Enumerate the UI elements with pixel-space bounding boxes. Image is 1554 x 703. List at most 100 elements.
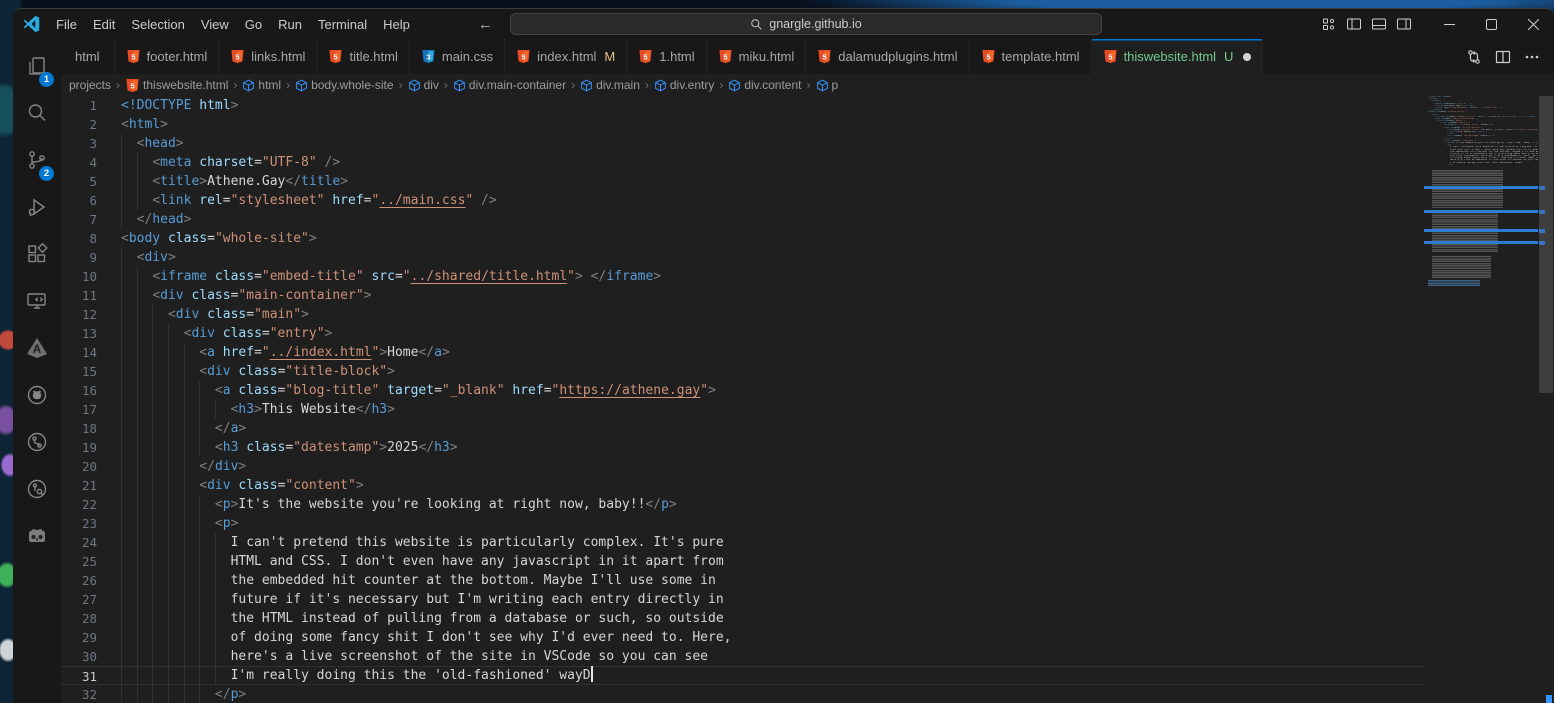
line-number: 3 (61, 134, 97, 153)
tab-1-html[interactable]: 51.html (627, 39, 706, 74)
toggle-sidebar-icon[interactable] (1346, 16, 1362, 32)
tab-index-html[interactable]: 5index.htmlM (505, 39, 627, 74)
breadcrumb-item-body-whole-site[interactable]: body.whole-site (294, 78, 395, 92)
breadcrumb-label: div.main (596, 78, 640, 92)
tab-template-html[interactable]: 5template.html (970, 39, 1092, 74)
open-changes-icon[interactable] (1466, 49, 1482, 65)
activity-bar: 1 2 A (13, 39, 61, 703)
tab-footer-html[interactable]: 5footer.html (115, 39, 220, 74)
menu-go[interactable]: Go (237, 14, 270, 35)
breadcrumb-item-p[interactable]: p (815, 78, 840, 92)
activitybar-item-search[interactable] (13, 92, 61, 139)
minimap-highlight-marker (1424, 229, 1538, 232)
more-actions-icon[interactable] (1524, 49, 1540, 65)
code-line-32: 32 </p> (61, 685, 1424, 703)
command-center-search[interactable]: gnargle.github.io (510, 13, 1102, 35)
breadcrumb-separator: › (286, 78, 290, 92)
menu-edit[interactable]: Edit (85, 14, 123, 35)
minimize-button[interactable] (1428, 9, 1470, 39)
tab-label: dalamudplugins.html (838, 49, 957, 64)
split-editor-icon[interactable] (1495, 49, 1511, 65)
badge: 2 (39, 166, 54, 181)
git-status-U: U (1224, 49, 1233, 64)
minimap[interactable]: <!DOCTYPE html><html> <head> <meta chars… (1424, 96, 1538, 703)
breadcrumb-item-div-content[interactable]: div.content (727, 78, 802, 92)
breadcrumb-item-projects[interactable]: projects (68, 78, 112, 92)
close-button[interactable] (1512, 9, 1554, 39)
maximize-button[interactable] (1470, 9, 1512, 39)
svg-text:A: A (33, 342, 42, 356)
gitlens-icon (25, 477, 49, 506)
toggle-secondary-sidebar-icon[interactable] (1396, 16, 1412, 32)
line-number: 32 (61, 685, 97, 703)
activitybar-item-gitlens[interactable] (13, 468, 61, 515)
badge: 1 (39, 72, 54, 87)
line-number: 8 (61, 229, 97, 248)
editor[interactable]: 1<!DOCTYPE html>2<html>3 <head>4 <meta c… (61, 96, 1554, 703)
svg-text:5: 5 (644, 52, 648, 61)
breadcrumb-item-div-main-container[interactable]: div.main-container (452, 78, 567, 92)
line-number: 1 (61, 96, 97, 115)
line-number: 15 (61, 362, 97, 381)
activitybar-item-run-debug[interactable] (13, 186, 61, 233)
code-line-9: 9 <div> (61, 248, 1424, 267)
overview-ruler-mark (1539, 229, 1545, 233)
search-icon (750, 18, 763, 31)
code-line-31: 31 I'm really doing this the 'old-fashio… (61, 666, 1424, 685)
git-status-M: M (604, 49, 615, 64)
tab-thiswebsite-html[interactable]: 5thiswebsite.htmlU (1092, 39, 1264, 74)
line-number: 24 (61, 533, 97, 552)
breadcrumb-separator: › (807, 78, 811, 92)
menu-terminal[interactable]: Terminal (310, 14, 375, 35)
line-number: 19 (61, 438, 97, 457)
search-icon (25, 101, 49, 130)
code-line-7: 7 </head> (61, 210, 1424, 229)
godot-tools-icon (25, 524, 49, 553)
tab-html[interactable]: html (61, 39, 115, 74)
activitybar-item-source-control[interactable]: 2 (13, 139, 61, 186)
line-number: 18 (61, 419, 97, 438)
menu-selection[interactable]: Selection (123, 14, 192, 35)
breadcrumb-item-div[interactable]: div (407, 78, 440, 92)
menu-help[interactable]: Help (375, 14, 418, 35)
code-line-23: 23 <p> (61, 514, 1424, 533)
breadcrumb-label: div.content (744, 78, 801, 92)
tab-title-html[interactable]: 5title.html (317, 39, 409, 74)
activitybar-item-github[interactable] (13, 374, 61, 421)
minimap-highlight-marker (1424, 186, 1538, 189)
tab-label: miku.html (739, 49, 795, 64)
tab-main-css[interactable]: 3main.css (410, 39, 505, 74)
line-number: 27 (61, 590, 97, 609)
activitybar-item-extensions[interactable] (13, 233, 61, 280)
menu-view[interactable]: View (193, 14, 237, 35)
breadcrumb-item-div-main[interactable]: div.main (579, 78, 641, 92)
menu-file[interactable]: File (48, 14, 85, 35)
activitybar-item-remote-explorer[interactable] (13, 280, 61, 327)
breadcrumb-item-thiswebsite-html[interactable]: 5thiswebsite.html (124, 78, 229, 93)
code-line-26: 26 the embedded hit counter at the botto… (61, 571, 1424, 590)
tab-label: main.css (442, 49, 493, 64)
customize-layout-icon[interactable] (1321, 16, 1337, 32)
code-line-14: 14 <a href="../index.html">Home</a> (61, 343, 1424, 362)
activitybar-item-godot-tools[interactable] (13, 515, 61, 562)
tab-dalamudplugins-html[interactable]: 5 dalamudplugins.html (806, 39, 969, 74)
cube-icon (453, 79, 466, 92)
tab-links-html[interactable]: 5links.html (219, 39, 317, 74)
dirty-indicator[interactable] (1243, 53, 1251, 61)
svg-text:5: 5 (823, 52, 827, 61)
activitybar-item-explorer[interactable]: 1 (13, 45, 61, 92)
breadcrumb-item-html[interactable]: html (241, 78, 282, 92)
menu-run[interactable]: Run (270, 14, 310, 35)
breadcrumb-item-div-entry[interactable]: div.entry (653, 78, 715, 92)
code-line-30: 30 here's a live screenshot of the site … (61, 647, 1424, 666)
activitybar-item-git-graph[interactable] (13, 421, 61, 468)
nav-back-button[interactable]: ← (478, 16, 493, 33)
breadcrumb-label: p (832, 78, 839, 92)
tab-miku-html[interactable]: 5miku.html (707, 39, 807, 74)
activitybar-item-a-extension[interactable]: A (13, 327, 61, 374)
line-number: 16 (61, 381, 97, 400)
line-number: 29 (61, 628, 97, 647)
editor-scrollbar[interactable] (1538, 96, 1554, 703)
cube-icon (728, 79, 741, 92)
toggle-panel-icon[interactable] (1371, 16, 1387, 32)
